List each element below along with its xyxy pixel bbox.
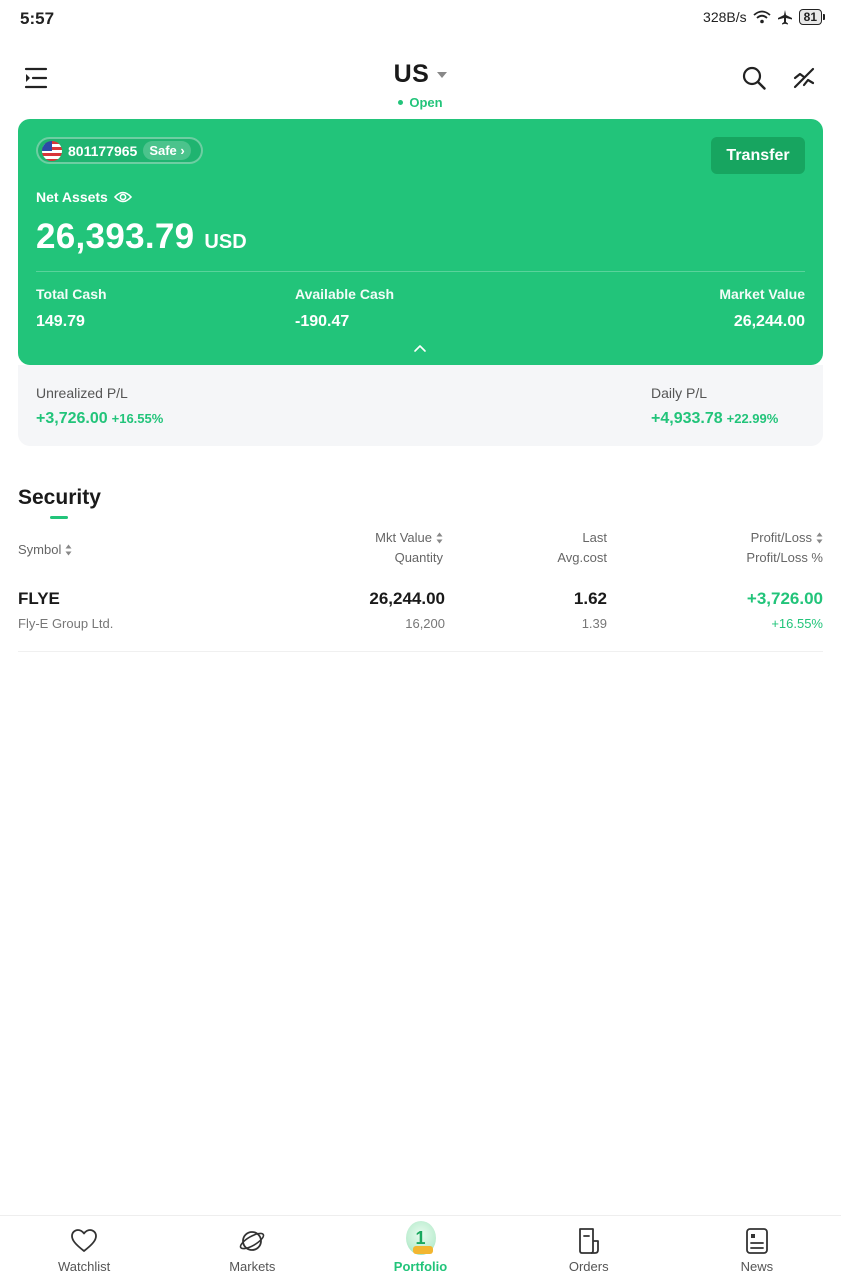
row-mkt-value: 26,244.00: [369, 589, 445, 608]
unrealized-pl-pct: +16.55%: [111, 411, 164, 426]
edit-icon: [793, 67, 815, 89]
planet-icon: [240, 1231, 265, 1251]
market-status: Open: [0, 95, 841, 110]
row-avg-cost: 1.39: [581, 616, 607, 631]
news-icon: [746, 1228, 768, 1254]
avg-cost-header-label: Avg.cost: [557, 550, 607, 565]
row-quantity: 16,200: [405, 616, 445, 631]
unrealized-pl: Unrealized P/L +3,726.00 +16.55%: [36, 385, 163, 428]
security-tab[interactable]: Security: [18, 486, 101, 510]
card-divider: [36, 271, 805, 272]
row-company-name: Fly-E Group Ltd.: [18, 616, 114, 631]
column-header-profit-loss[interactable]: Profit/Loss Profit/Loss %: [746, 528, 823, 568]
nav-watchlist[interactable]: Watchlist: [0, 1216, 168, 1280]
nav-label-orders: Orders: [568, 1259, 609, 1274]
currency-label: USD: [204, 231, 247, 253]
net-speed: 328B/s: [703, 9, 747, 25]
search-icon: [742, 66, 766, 90]
safe-label: Safe: [149, 143, 177, 158]
available-cash: Available Cash -190.47: [295, 286, 394, 331]
daily-pl-label: Daily P/L: [651, 385, 708, 401]
symbol-header-label: Symbol: [18, 542, 62, 557]
column-header-symbol[interactable]: Symbol: [18, 540, 72, 560]
battery-level: 81: [798, 9, 822, 25]
nav-news[interactable]: News: [673, 1216, 841, 1280]
battery-icon: 81: [798, 9, 825, 25]
daily-pl-value: +4,933.78: [651, 410, 723, 427]
column-header-mkt-value[interactable]: Mkt Value Quantity: [375, 528, 443, 568]
status-time: 5:57: [20, 9, 55, 28]
last-header-label: Last: [582, 530, 607, 545]
market-value-label: Market Value: [719, 286, 805, 302]
net-assets-label-text: Net Assets: [36, 189, 108, 205]
nav-label-markets: Markets: [229, 1259, 276, 1274]
sort-icon: [436, 532, 443, 544]
trade-button[interactable]: [784, 58, 824, 98]
profit-loss-pct-header-label: Profit/Loss %: [746, 550, 823, 565]
total-cash-label: Total Cash: [36, 286, 107, 302]
caret-down-icon: [437, 71, 448, 78]
heart-icon: [71, 1229, 97, 1252]
daily-pl: Daily P/L +4,933.78 +22.99%: [651, 385, 778, 428]
airplane-icon: [777, 10, 792, 25]
row-profit-loss: +3,726.00: [746, 589, 823, 608]
market-status-label: Open: [409, 95, 443, 110]
daily-pl-pct: +22.99%: [726, 411, 779, 426]
row-symbol: FLYE: [18, 589, 60, 608]
sort-icon: [816, 532, 823, 544]
tab-indicator: [50, 516, 68, 519]
status-bar: 5:57 328B/s 81: [0, 0, 841, 38]
account-selector[interactable]: 801177965 Safe ›: [36, 137, 203, 164]
safe-badge: Safe ›: [143, 141, 191, 160]
search-button[interactable]: [734, 58, 774, 98]
nav-label-news: News: [740, 1259, 774, 1274]
net-assets: 26,393.79 USD: [36, 217, 247, 257]
status-indicators: 328B/s 81: [703, 9, 825, 25]
nav-orders[interactable]: Orders: [505, 1216, 673, 1280]
unrealized-pl-label: Unrealized P/L: [36, 385, 128, 401]
available-cash-value: -190.47: [295, 313, 350, 330]
pl-panel: Unrealized P/L +3,726.00 +16.55% Daily P/…: [18, 365, 823, 446]
market-value: Market Value 26,244.00: [719, 286, 805, 331]
bottom-nav: Watchlist Markets 1 Portfolio Orders New…: [0, 1215, 841, 1280]
portfolio-badge-icon: 1: [405, 1221, 436, 1255]
account-number: 801177965: [68, 142, 138, 159]
net-assets-value: 26,393.79: [36, 217, 195, 256]
market-selector[interactable]: US: [0, 60, 841, 89]
nav-label-watchlist: Watchlist: [57, 1259, 111, 1274]
total-cash-value: 149.79: [36, 313, 85, 330]
status-dot-icon: [398, 100, 404, 106]
nav-markets[interactable]: Markets: [168, 1216, 336, 1280]
column-header-last: Last Avg.cost: [557, 528, 607, 568]
table-row[interactable]: FLYE Fly-E Group Ltd. 26,244.00 16,200 1…: [18, 584, 823, 652]
nav-label-portfolio: Portfolio: [393, 1259, 448, 1274]
net-assets-label: Net Assets: [36, 189, 132, 205]
top-nav: US Open: [0, 50, 841, 114]
unrealized-pl-value: +3,726.00: [36, 410, 108, 427]
sort-icon: [65, 544, 72, 556]
wifi-icon: [753, 10, 771, 24]
market-name: US: [393, 60, 430, 88]
eye-icon[interactable]: [113, 190, 132, 204]
mkt-value-header-label: Mkt Value: [375, 530, 432, 545]
quantity-header-label: Quantity: [394, 550, 443, 565]
available-cash-label: Available Cash: [295, 286, 395, 302]
profit-loss-header-label: Profit/Loss: [750, 530, 812, 545]
market-value-value: 26,244.00: [733, 313, 805, 330]
transfer-button[interactable]: Transfer: [711, 137, 805, 174]
chevron-right-icon: ›: [180, 143, 185, 158]
row-profit-loss-pct: +16.55%: [771, 616, 823, 631]
total-cash: Total Cash 149.79: [36, 286, 107, 331]
account-card: 801177965 Safe › Transfer Net Assets 26,…: [18, 119, 823, 365]
nav-portfolio[interactable]: 1 Portfolio: [336, 1216, 504, 1280]
us-flag-icon: [42, 140, 62, 161]
orders-icon: [578, 1228, 599, 1254]
chevron-up-icon[interactable]: [413, 343, 427, 353]
row-last-price: 1.62: [573, 589, 607, 608]
